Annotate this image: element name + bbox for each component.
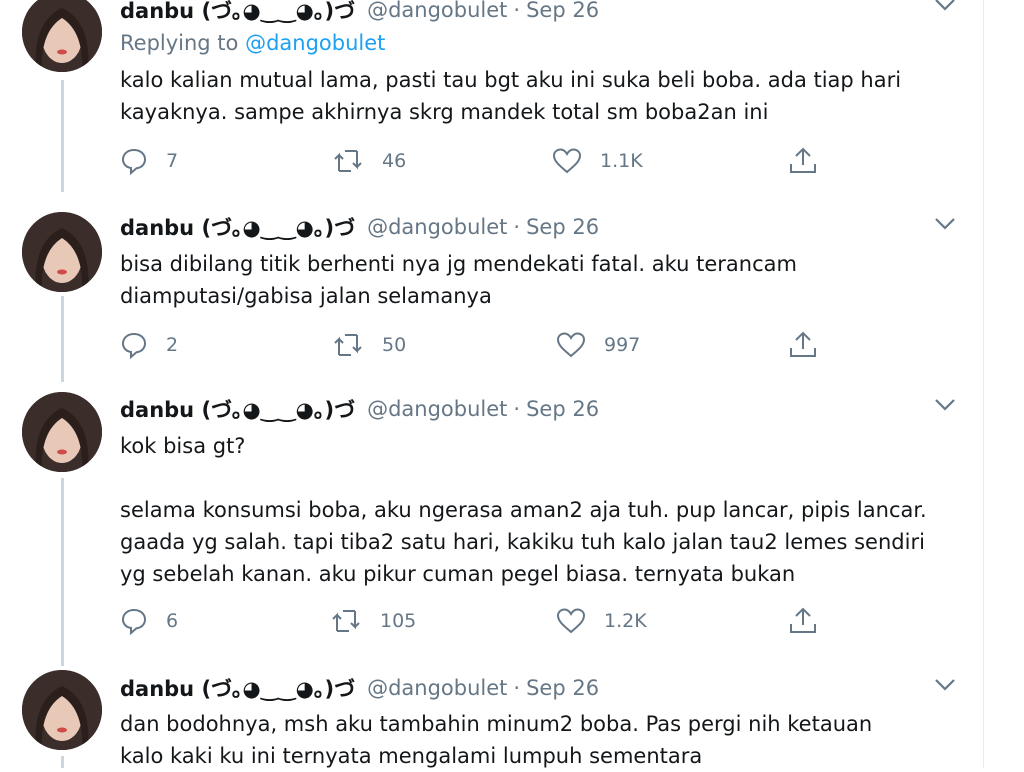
share-upload-icon: [788, 330, 818, 360]
like-count: 1.2K: [604, 610, 647, 632]
reply-bubble-icon: [120, 607, 148, 635]
chevron-down-icon[interactable]: [930, 213, 960, 235]
retweet-count: 46: [382, 150, 407, 172]
tweet-actions: 7 46 1.1K: [120, 146, 840, 176]
separator-dot: ·: [513, 0, 521, 22]
tweet-date[interactable]: Sep 26: [526, 676, 599, 700]
tweet-date[interactable]: Sep 26: [526, 397, 599, 421]
retweet-button[interactable]: 50: [332, 330, 406, 360]
tweet-text-line: kalo kaki ku ini ternyata mengalami lump…: [120, 744, 703, 768]
tweet-actions: 2 50 997: [120, 330, 840, 360]
reply-count: 7: [166, 150, 179, 172]
reply-bubble-icon: [120, 147, 148, 175]
avatar[interactable]: [22, 212, 102, 292]
share-button[interactable]: [788, 146, 818, 176]
separator-dot: ·: [513, 676, 521, 700]
reply-button[interactable]: 7: [120, 146, 178, 176]
replying-to-label: Replying to: [120, 31, 239, 55]
retweet-arrows-icon: [332, 147, 364, 175]
reply-mention-link[interactable]: @dangobulet: [245, 31, 385, 55]
tweet-text: kalo kalian mutual lama, pasti tau bgt a…: [120, 64, 970, 128]
retweet-button[interactable]: 46: [332, 146, 406, 176]
retweet-count: 105: [380, 610, 417, 632]
share-upload-icon: [788, 606, 818, 636]
user-handle[interactable]: @dangobulet: [367, 676, 507, 700]
tweet-text-line: kayaknya. sampe akhirnya skrg mandek tot…: [120, 100, 769, 124]
retweet-button[interactable]: 105: [330, 606, 416, 636]
display-name[interactable]: danbu (づ｡◕‿‿◕｡)づ: [120, 673, 355, 703]
tweet-text: dan bodohnya, msh aku tambahin minum2 bo…: [120, 708, 970, 772]
tweet[interactable]: danbu (づ｡◕‿‿◕｡)づ @dangobulet · Sep 26 da…: [0, 660, 983, 768]
avatar[interactable]: [22, 392, 102, 472]
tweet-header: danbu (づ｡◕‿‿◕｡)づ @dangobulet · Sep 26: [120, 213, 599, 241]
retweet-arrows-icon: [330, 607, 362, 635]
share-upload-icon: [788, 146, 818, 176]
replying-to: Replying to @dangobulet: [120, 31, 385, 55]
avatar-image: [22, 0, 102, 72]
user-handle[interactable]: @dangobulet: [367, 215, 507, 239]
heart-icon: [556, 331, 586, 359]
avatar[interactable]: [22, 670, 102, 750]
reply-button[interactable]: 6: [120, 606, 178, 636]
heart-icon: [556, 607, 586, 635]
separator-dot: ·: [513, 397, 521, 421]
share-button[interactable]: [788, 330, 818, 360]
tweet[interactable]: danbu (づ｡◕‿‿◕｡)づ @dangobulet · Sep 26 ko…: [0, 386, 983, 660]
chevron-down-icon[interactable]: [930, 394, 960, 416]
tweet-text: kok bisa gt? selama konsumsi boba, aku n…: [120, 430, 970, 590]
chevron-down-icon[interactable]: [930, 674, 960, 696]
reply-bubble-icon: [120, 331, 148, 359]
tweet-text-line: dan bodohnya, msh aku tambahin minum2 bo…: [120, 712, 873, 736]
reply-count: 2: [166, 334, 179, 356]
chevron-down-icon[interactable]: [930, 0, 960, 16]
tweet-text: bisa dibilang titik berhenti nya jg mend…: [120, 248, 970, 312]
avatar-image: [22, 212, 102, 292]
retweet-arrows-icon: [332, 331, 364, 359]
separator-dot: ·: [513, 215, 521, 239]
tweet-date[interactable]: Sep 26: [526, 215, 599, 239]
avatar-image: [22, 670, 102, 750]
like-button[interactable]: 997: [556, 330, 640, 360]
tweet[interactable]: danbu (づ｡◕‿‿◕｡)づ @dangobulet · Sep 26 Re…: [0, 0, 983, 200]
user-handle[interactable]: @dangobulet: [367, 397, 507, 421]
avatar[interactable]: [22, 0, 102, 72]
retweet-count: 50: [382, 334, 407, 356]
display-name[interactable]: danbu (づ｡◕‿‿◕｡)づ: [120, 0, 355, 25]
avatar-image: [22, 392, 102, 472]
tweet-header: danbu (づ｡◕‿‿◕｡)づ @dangobulet · Sep 26: [120, 395, 599, 423]
tweet-text-line: kalo kalian mutual lama, pasti tau bgt a…: [120, 68, 902, 92]
tweet[interactable]: danbu (づ｡◕‿‿◕｡)づ @dangobulet · Sep 26 bi…: [0, 200, 983, 386]
like-count: 1.1K: [600, 150, 643, 172]
reply-button[interactable]: 2: [120, 330, 178, 360]
like-count: 997: [604, 334, 641, 356]
like-button[interactable]: 1.1K: [552, 146, 643, 176]
tweet-text-line: yg sebelah kanan. aku pikur cuman pegel …: [120, 562, 796, 586]
display-name[interactable]: danbu (づ｡◕‿‿◕｡)づ: [120, 394, 355, 424]
user-handle[interactable]: @dangobulet: [367, 0, 507, 22]
tweet-text-line: gaada yg salah. tapi tiba2 satu hari, ka…: [120, 530, 925, 554]
tweet-text-line: [120, 462, 970, 494]
timeline-border: [983, 0, 984, 768]
tweet-text-line: selama konsumsi boba, aku ngerasa aman2 …: [120, 498, 927, 522]
display-name[interactable]: danbu (づ｡◕‿‿◕｡)づ: [120, 212, 355, 242]
tweet-text-line: kok bisa gt?: [120, 434, 246, 458]
tweet-text-line: diamputasi/gabisa jalan selamanya: [120, 284, 492, 308]
tweet-text-line: bisa dibilang titik berhenti nya jg mend…: [120, 252, 797, 276]
share-button[interactable]: [788, 606, 818, 636]
tweet-date[interactable]: Sep 26: [526, 0, 599, 22]
reply-count: 6: [166, 610, 179, 632]
tweet-header: danbu (づ｡◕‿‿◕｡)づ @dangobulet · Sep 26: [120, 0, 599, 24]
like-button[interactable]: 1.2K: [556, 606, 647, 636]
tweet-header: danbu (づ｡◕‿‿◕｡)づ @dangobulet · Sep 26: [120, 674, 599, 702]
tweet-actions: 6 105 1.2K: [120, 606, 840, 636]
heart-icon: [552, 147, 582, 175]
